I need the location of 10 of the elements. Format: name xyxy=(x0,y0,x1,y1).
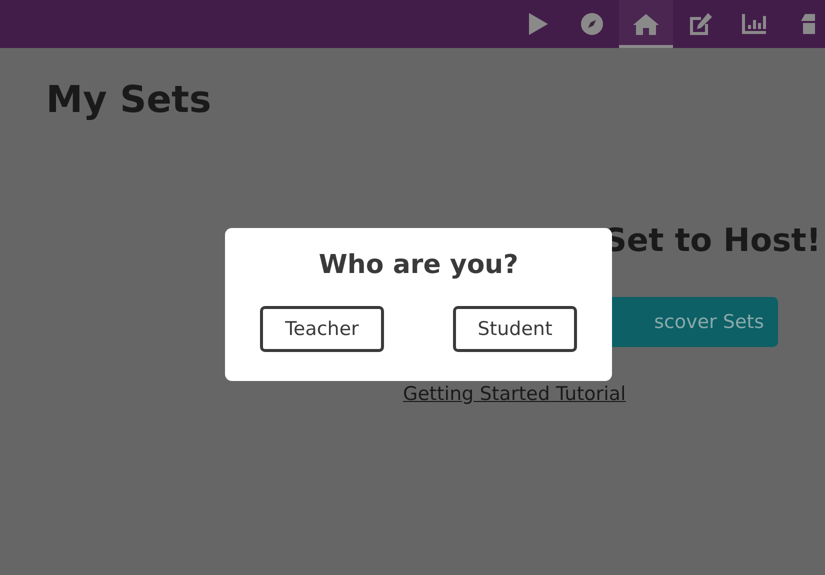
edit-icon xyxy=(687,12,713,36)
compass-icon xyxy=(580,12,604,36)
nav-tab[interactable] xyxy=(619,0,673,48)
role-button[interactable]: Student xyxy=(453,306,577,352)
role-button[interactable]: Teacher xyxy=(260,306,384,352)
page-title: My Sets xyxy=(46,77,212,123)
dialog-title: Who are you? xyxy=(318,250,520,280)
chart-icon xyxy=(741,13,767,35)
play-icon xyxy=(527,12,549,36)
home-icon xyxy=(632,12,660,36)
